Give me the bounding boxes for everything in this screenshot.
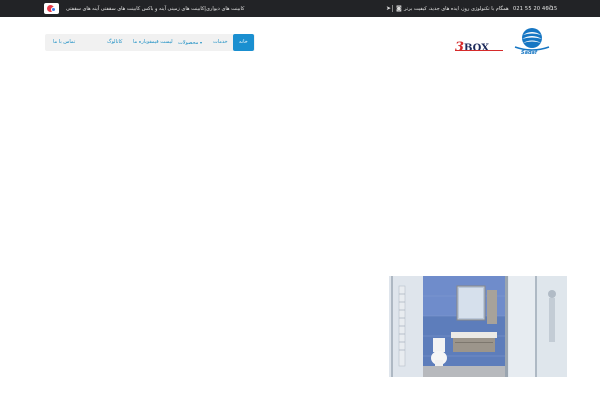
sadaf-logo[interactable]: Sadaf bbox=[513, 27, 551, 57]
sadaf-emblem bbox=[514, 28, 550, 51]
chevron-down-icon: ▾ bbox=[199, 40, 202, 45]
main-nav: کاتالوگ درباره ما تماس با ما لیست قیمت ▾… bbox=[45, 34, 255, 51]
nav-item-home[interactable]: خانه bbox=[233, 34, 254, 51]
nav-item-contact[interactable]: تماس با ما bbox=[53, 34, 75, 51]
divider bbox=[392, 5, 393, 12]
tagline: همگام با تکنولوژی روز، ایده های جدید، کی… bbox=[404, 6, 509, 12]
nav-item-price-list[interactable]: لیست قیمت bbox=[147, 34, 173, 51]
bathroom-product-image bbox=[389, 276, 567, 377]
telegram-icon[interactable]: ➤ bbox=[386, 5, 391, 12]
nav-item-catalog[interactable]: کاتالوگ bbox=[107, 34, 122, 51]
nav-item-services[interactable]: خدمات bbox=[213, 34, 228, 51]
phone-icon: ✆ bbox=[548, 5, 554, 12]
instagram-icon[interactable]: ◙ bbox=[396, 5, 402, 12]
nav-item-products[interactable]: ▾ محصولات bbox=[178, 34, 202, 51]
top-bar: کابینت های دیواری|کابینت های زمینی آینه … bbox=[0, 0, 600, 17]
top-category-links[interactable]: کابینت های دیواری|کابینت های زمینی آینه … bbox=[66, 6, 244, 12]
chat-widget-icon[interactable] bbox=[44, 3, 59, 14]
3box-logo[interactable]: 3BOX bbox=[455, 36, 503, 55]
